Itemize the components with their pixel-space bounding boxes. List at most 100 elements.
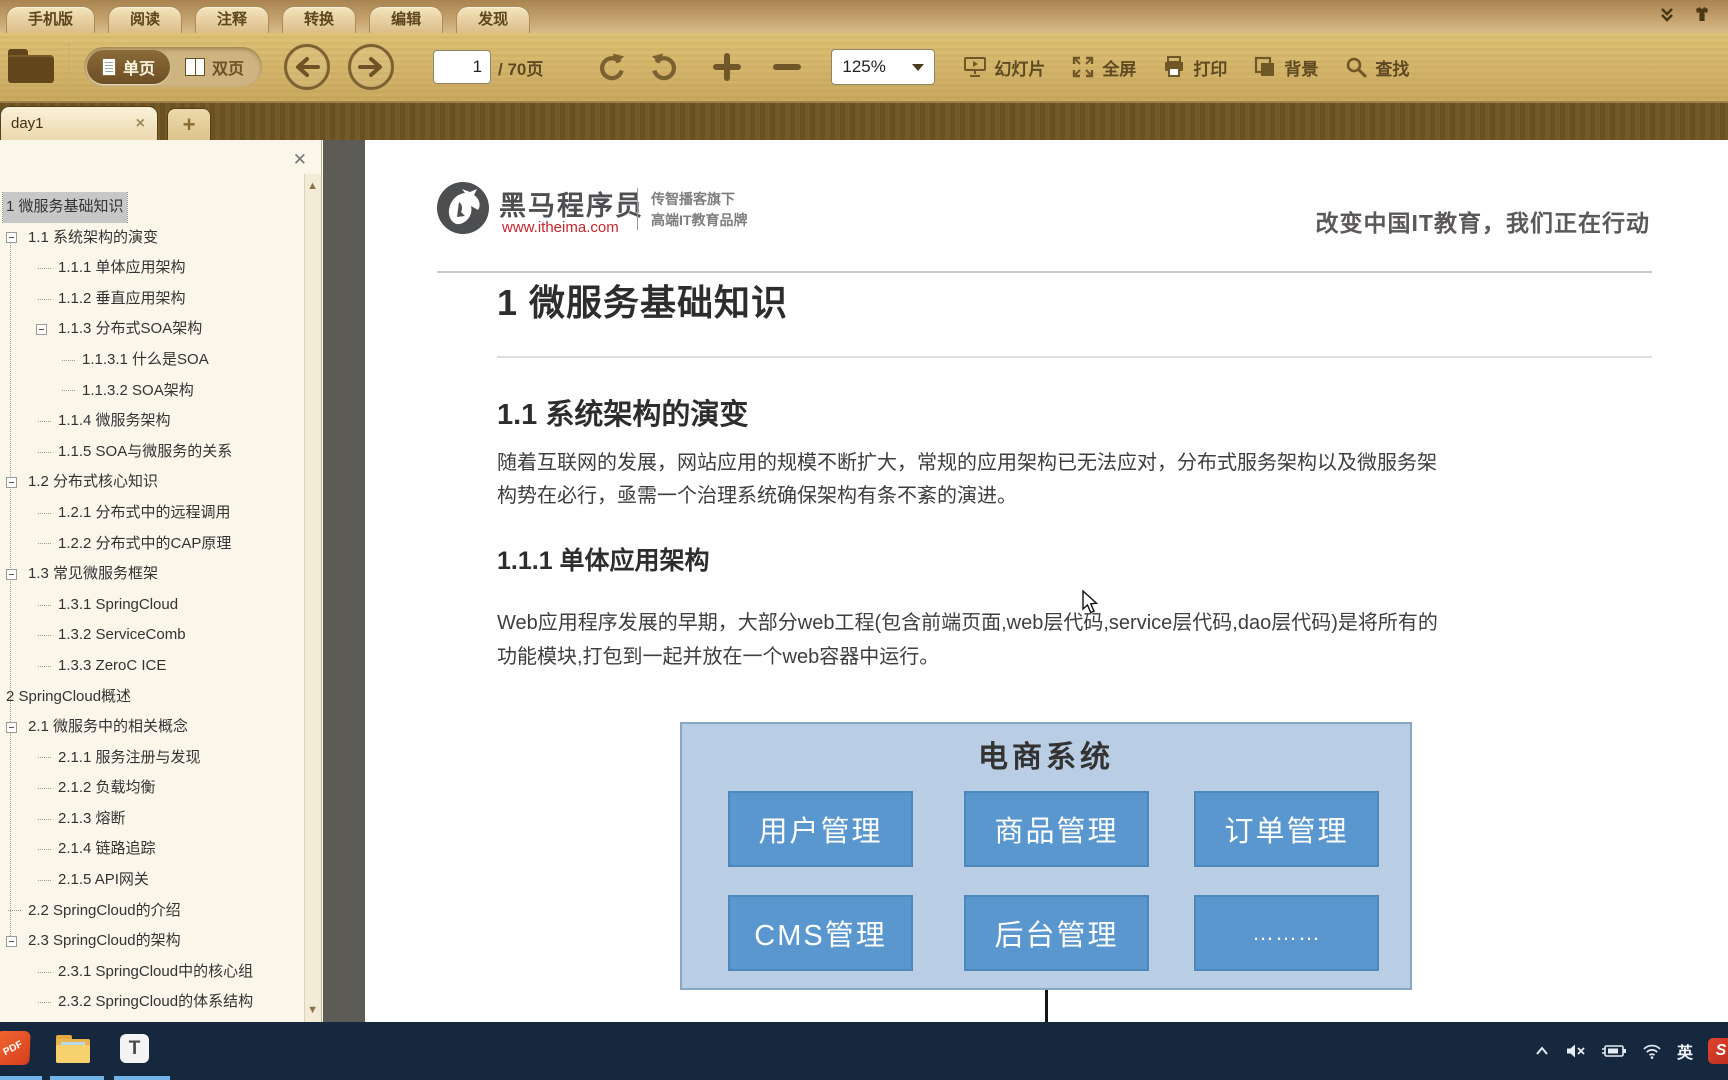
tray-expand-icon[interactable] [1533,1042,1551,1060]
section-heading-1-1-1: 1.1.1 单体应用架构 [497,547,710,575]
scroll-up-icon[interactable]: ▲ [307,180,318,192]
active-app-indicator [0,1076,42,1080]
toc-item[interactable]: 1.2 分布式核心知识 [0,467,301,498]
diagram-module-box: 后台管理 [964,895,1149,971]
brand-logo [437,182,489,234]
diagram-title: 电商系统 [978,741,1114,774]
toc-item-label: 2.1.5 API网关 [58,871,149,889]
double-page-button[interactable]: 双页 [170,50,259,84]
tree-branch-line [38,971,51,973]
tree-branch-line [38,818,51,820]
toc-item[interactable]: 1.1.3.2 SOA架构 [0,376,301,407]
zoom-out-button[interactable] [773,64,802,70]
close-tab-icon[interactable]: × [136,115,145,133]
tree-collapse-icon[interactable] [6,721,17,733]
brand-name: 黑马程序员 [499,191,644,221]
volume-muted-icon[interactable] [1566,1042,1586,1060]
next-page-button[interactable] [348,44,395,90]
toc-item[interactable]: 1.1.3.1 什么是SOA [0,345,301,376]
file-explorer-icon[interactable] [56,1035,90,1063]
toc-item[interactable]: 2.1.5 API网关 [0,865,301,896]
toc-item[interactable]: 1 微服务基础知识 [0,192,301,223]
ribbon-tab-2[interactable]: 阅读 [108,6,183,33]
section-heading-1-1: 1.1 系统架构的演变 [497,399,749,431]
toc-item[interactable]: 1.3 常见微服务框架 [0,559,301,590]
ime-language-indicator[interactable]: 英 [1677,1039,1693,1063]
zoom-in-button[interactable] [713,53,742,81]
toc-item[interactable]: 2.1.3 熔断 [0,804,301,835]
scroll-down-icon[interactable]: ▼ [307,1004,318,1016]
ribbon-tab-1[interactable]: 手机版 [6,6,96,33]
tree-branch-line [38,420,51,422]
toc-item[interactable]: 1.1.3 分布式SOA架构 [0,314,301,345]
zoom-level-select[interactable]: 125% [831,49,936,85]
fullscreen-button[interactable]: 全屏 [1071,55,1136,80]
toc-item-label: 2.1.1 服务注册与发现 [58,748,201,766]
tree-branch-line [38,635,51,637]
ribbon-bar: 手机版 阅读 注释 转换 编辑 发现 [0,0,1728,33]
heading-rule [497,356,1652,358]
page-number-input[interactable] [433,50,492,84]
toc-item[interactable]: 2.2 SpringCloud的介绍 [0,896,301,927]
sogou-input-icon[interactable]: S [1708,1038,1728,1064]
document-tab-day1[interactable]: day1 × [0,106,158,140]
toc-item-label: 1.1.3.2 SOA架构 [82,381,194,399]
new-tab-button[interactable]: + [167,108,211,140]
toc-item[interactable]: 1.3.3 ZeroC ICE [0,651,301,682]
page-view-toggle: 单页 双页 [84,47,263,87]
toc-item[interactable]: 1.1.5 SOA与微服务的关系 [0,437,301,468]
tree-collapse-icon[interactable] [6,232,17,244]
skin-tshirt-icon[interactable] [1692,6,1712,23]
tree-collapse-icon[interactable] [6,477,17,489]
tree-branch-line [38,849,51,851]
toc-item[interactable]: 1.2.1 分布式中的远程调用 [0,498,301,529]
ribbon-tab-4[interactable]: 转换 [282,6,357,33]
ribbon-tab-5[interactable]: 编辑 [369,6,444,33]
toc-item[interactable]: 2.3.1 SpringCloud中的核心组 [0,957,301,988]
rotate-left-icon[interactable] [595,50,629,84]
toc-item-label: 2 SpringCloud概述 [6,687,132,705]
battery-charging-icon[interactable] [1601,1042,1627,1060]
windows-taskbar: PDF T 英 S [0,1022,1728,1080]
pdf-reader-app-icon[interactable]: PDF [0,1031,31,1065]
toc-item[interactable]: 2 SpringCloud概述 [0,682,301,713]
wifi-icon[interactable] [1642,1042,1662,1060]
background-button[interactable]: 背景 [1253,55,1318,80]
toc-item-label: 1.2 分布式核心知识 [28,473,159,491]
sidebar-scrollbar[interactable]: ▲ ▼ [304,174,321,1022]
toc-item[interactable]: 1.1.2 垂直应用架构 [0,284,301,315]
open-folder-icon[interactable] [8,49,58,85]
toc-item-label: 2.1.4 链路追踪 [58,840,156,858]
tree-collapse-icon[interactable] [36,324,47,336]
print-button[interactable]: 打印 [1162,55,1227,80]
text-editor-app-icon[interactable]: T [120,1034,149,1063]
toc-item[interactable]: 1.1.4 微服务架构 [0,406,301,437]
slideshow-icon [964,57,987,77]
collapse-toolbar-icon[interactable] [1658,7,1676,23]
slideshow-button[interactable]: 幻灯片 [963,55,1045,80]
toc-item[interactable]: 2.3 SpringCloud的架构 [0,926,301,957]
toc-item[interactable]: 1.1.1 单体应用架构 [0,253,301,284]
tree-collapse-icon[interactable] [6,568,17,580]
toc-item[interactable]: 1.3.2 ServiceComb [0,620,301,651]
app-window: 手机版 阅读 注释 转换 编辑 发现 单页 双页 1 / 70页 125% 幻灯… [0,0,1728,1080]
toc-item[interactable]: 2.1.1 服务注册与发现 [0,743,301,774]
rotate-right-icon[interactable] [647,50,681,84]
close-panel-icon[interactable]: ✕ [293,150,307,170]
toc-item[interactable]: 2.3.2 SpringCloud的体系结构 [0,987,301,1018]
toc-item[interactable]: 1.2.2 分布式中的CAP原理 [0,529,301,560]
toc-item[interactable]: 1.1 系统架构的演变 [0,223,301,254]
back-arrow-icon [296,57,321,77]
toc-item[interactable]: 2.1.2 负载均衡 [0,773,301,804]
find-button[interactable]: 查找 [1344,55,1409,80]
active-app-indicator [50,1076,104,1080]
toc-item[interactable]: 2.1.4 链路追踪 [0,834,301,865]
previous-page-button[interactable] [284,44,331,90]
chevron-down-icon [912,63,925,71]
toc-item[interactable]: 1.3.1 SpringCloud [0,590,301,621]
toc-item[interactable]: 2.1 微服务中的相关概念 [0,712,301,743]
tree-collapse-icon[interactable] [6,936,17,948]
ribbon-tab-3[interactable]: 注释 [195,6,270,33]
ribbon-tab-6[interactable]: 发现 [456,6,531,33]
single-page-button[interactable]: 单页 [87,50,171,84]
